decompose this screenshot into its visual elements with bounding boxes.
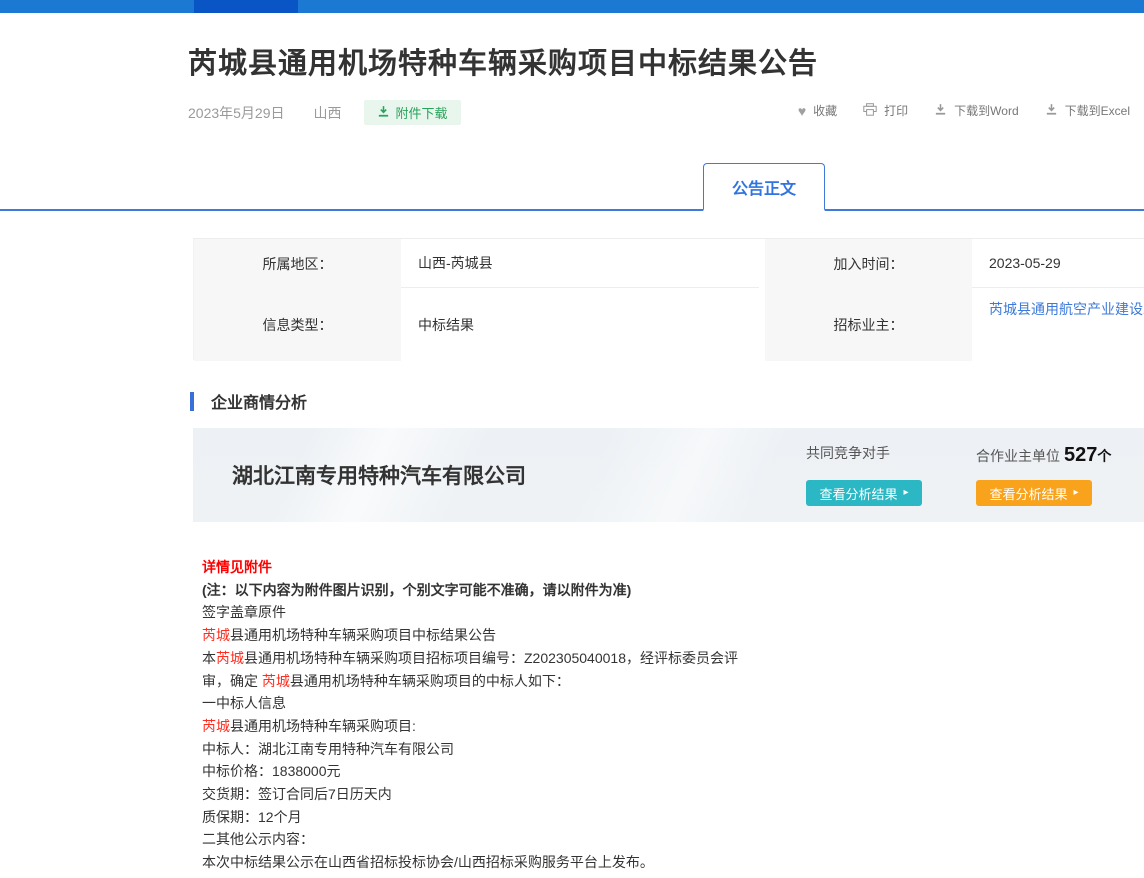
body-line: 签字盖章原件 bbox=[202, 601, 922, 624]
body-segment: 签字盖章原件 bbox=[202, 604, 286, 620]
body-segment: 一中标人信息 bbox=[202, 695, 286, 711]
download-excel-label: 下载到Excel bbox=[1065, 102, 1130, 119]
body-segment: 中标人：湖北江南专用特种汽车有限公司 bbox=[202, 741, 454, 757]
favorite-button[interactable]: ♥ 收藏 bbox=[798, 102, 837, 119]
body-segment: 二其他公示内容： bbox=[202, 831, 314, 847]
body-line: 交货期：签订合同后7日历天内 bbox=[202, 783, 922, 806]
top-nav-bar bbox=[0, 0, 1144, 13]
attachment-download-label: 附件下载 bbox=[396, 103, 448, 122]
info-value-owner-cell: 芮城县通用航空产业建设发 bbox=[972, 288, 1144, 361]
body-segment: 县通用机场特种车辆采购项目招标项目编号：Z202305040018，经评标委员会… bbox=[244, 650, 738, 666]
publish-date: 2023年5月29日 bbox=[188, 103, 285, 123]
favorite-label: 收藏 bbox=[813, 102, 837, 119]
partners-count: 527 bbox=[1064, 444, 1097, 466]
print-label: 打印 bbox=[884, 102, 908, 119]
region-label: 山西 bbox=[314, 103, 342, 123]
view-competitors-label: 查看分析结果 bbox=[819, 484, 897, 503]
info-value-region: 山西-芮城县 bbox=[401, 239, 759, 288]
body-line: 芮城县通用机场特种车辆采购项目中标结果公告 bbox=[202, 624, 922, 647]
partners-label: 合作业主单位527个 bbox=[976, 444, 1111, 467]
attachment-download-button[interactable]: 附件下载 bbox=[364, 100, 461, 125]
info-label-owner: 招标业主： bbox=[765, 288, 972, 361]
competitors-label: 共同竞争对手 bbox=[806, 443, 890, 463]
body-segment: 质保期：12个月 bbox=[202, 809, 302, 825]
highlighted-keyword: 芮城 bbox=[216, 650, 244, 666]
highlighted-keyword: 芮城 bbox=[202, 627, 230, 643]
body-segment: 县通用机场特种车辆采购项目的中标人如下： bbox=[290, 673, 570, 689]
body-segment: 本次中标结果公示在山西省招标投标协会/山西招标采购服务平台上发布。 bbox=[202, 854, 654, 870]
arrow-right-icon: ▸ bbox=[903, 488, 908, 498]
top-nav-active-segment bbox=[194, 0, 298, 13]
print-button[interactable]: 打印 bbox=[863, 102, 908, 119]
header-actions: ♥ 收藏 打印 下载到Word 下载到Excel bbox=[798, 102, 1130, 119]
body-segment: 县通用机场特种车辆采购项目中标结果公告 bbox=[230, 627, 496, 643]
body-line: 质保期：12个月 bbox=[202, 806, 922, 829]
body-line: 中标人：湖北江南专用特种汽车有限公司 bbox=[202, 738, 922, 761]
body-line: (注：以下内容为附件图片识别，个别文字可能不准确，请以附件为准) bbox=[202, 579, 922, 602]
company-name: 湖北江南专用特种汽车有限公司 bbox=[232, 460, 526, 490]
info-label-type: 信息类型： bbox=[194, 288, 401, 361]
partners-label-text: 合作业主单位 bbox=[976, 448, 1060, 464]
heart-icon: ♥ bbox=[798, 104, 806, 118]
body-line: 中标价格：1838000元 bbox=[202, 760, 922, 783]
info-value-add-time: 2023-05-29 bbox=[972, 239, 1144, 288]
section-header: 企业商情分析 bbox=[190, 389, 307, 413]
body-line: 本芮城县通用机场特种车辆采购项目招标项目编号：Z202305040018，经评标… bbox=[202, 647, 922, 670]
tab-announcement-body[interactable]: 公告正文 bbox=[703, 163, 825, 211]
download-word-label: 下载到Word bbox=[954, 102, 1018, 119]
body-segment: 详情见附件 bbox=[202, 559, 272, 575]
body-segment: (注：以下内容为附件图片识别，个别文字可能不准确，请以附件为准) bbox=[202, 582, 631, 598]
info-label-add-time: 加入时间： bbox=[765, 239, 972, 288]
body-segment: 中标价格：1838000元 bbox=[202, 763, 341, 779]
company-analysis-card: 湖北江南专用特种汽车有限公司 共同竞争对手 合作业主单位527个 查看分析结果 … bbox=[193, 428, 1144, 522]
download-excel-button[interactable]: 下载到Excel bbox=[1045, 102, 1130, 119]
meta-row: 2023年5月29日 山西 附件下载 bbox=[188, 100, 461, 125]
body-line: 二其他公示内容： bbox=[202, 828, 922, 851]
partners-count-unit: 个 bbox=[1097, 448, 1111, 464]
body-line: 一中标人信息 bbox=[202, 692, 922, 715]
tender-owner-link[interactable]: 芮城县通用航空产业建设发 bbox=[989, 299, 1144, 319]
body-segment: 审，确定 bbox=[202, 673, 262, 689]
tab-underline bbox=[0, 209, 1144, 211]
download-word-button[interactable]: 下载到Word bbox=[934, 102, 1018, 119]
download-icon bbox=[1045, 103, 1058, 119]
arrow-right-icon: ▸ bbox=[1073, 488, 1078, 498]
body-segment: 县通用机场特种车辆采购项目: bbox=[230, 718, 416, 734]
highlighted-keyword: 芮城 bbox=[202, 718, 230, 734]
view-partners-analysis-button[interactable]: 查看分析结果 ▸ bbox=[976, 480, 1092, 506]
section-accent-bar bbox=[190, 392, 194, 411]
printer-icon bbox=[863, 103, 877, 119]
section-title: 企业商情分析 bbox=[211, 389, 307, 413]
view-competitors-analysis-button[interactable]: 查看分析结果 ▸ bbox=[806, 480, 922, 506]
page: 芮城县通用机场特种车辆采购项目中标结果公告 2023年5月29日 山西 附件下载… bbox=[0, 0, 1144, 878]
download-icon bbox=[934, 103, 947, 119]
body-segment: 本 bbox=[202, 650, 216, 666]
body-line: 审，确定 芮城县通用机场特种车辆采购项目的中标人如下： bbox=[202, 670, 922, 693]
info-table: 所属地区： 山西-芮城县 加入时间： 2023-05-29 信息类型： 中标结果… bbox=[193, 238, 1144, 360]
view-partners-label: 查看分析结果 bbox=[989, 484, 1067, 503]
body-text: 详情见附件 (注：以下内容为附件图片识别，个别文字可能不准确，请以附件为准) 签字盖… bbox=[202, 556, 922, 874]
body-segment: 交货期：签订合同后7日历天内 bbox=[202, 786, 392, 802]
highlighted-keyword: 芮城 bbox=[262, 673, 290, 689]
page-title: 芮城县通用机场特种车辆采购项目中标结果公告 bbox=[188, 40, 818, 82]
body-line: 芮城县通用机场特种车辆采购项目: bbox=[202, 715, 922, 738]
body-line: 详情见附件 bbox=[202, 556, 922, 579]
info-label-region: 所属地区： bbox=[194, 239, 401, 288]
download-icon bbox=[377, 105, 390, 121]
info-value-type: 中标结果 bbox=[401, 288, 759, 361]
body-line: 本次中标结果公示在山西省招标投标协会/山西招标采购服务平台上发布。 bbox=[202, 851, 922, 874]
